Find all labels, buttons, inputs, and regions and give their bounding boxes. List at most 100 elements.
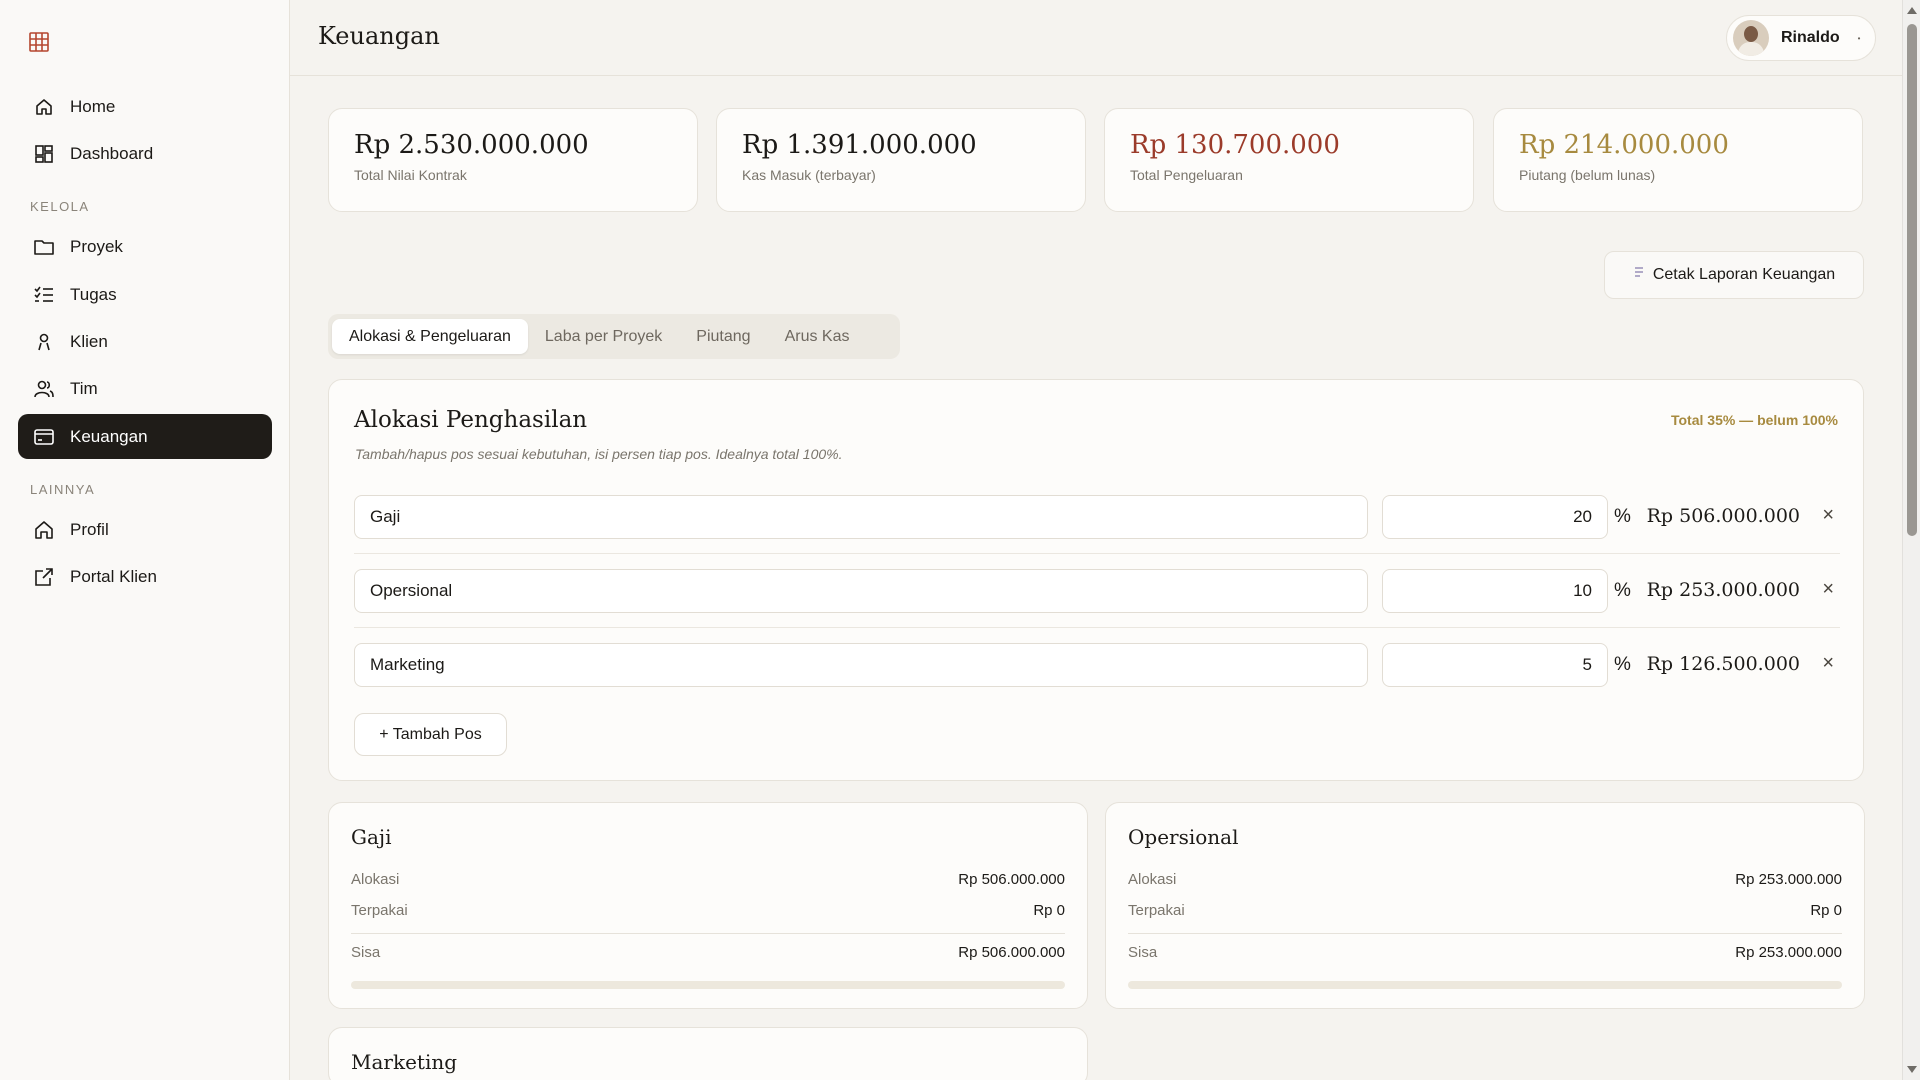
stat-label: Kas Masuk (terbayar) [742, 167, 876, 183]
stat-card-pengeluaran: Rp 130.700.000 Total Pengeluaran [1104, 108, 1474, 212]
stat-value: Rp 130.700.000 [1130, 130, 1340, 160]
allocation-percent-input[interactable] [1382, 495, 1608, 539]
alokasi-value: Rp 253.000.000 [1735, 871, 1842, 888]
allocation-percent-input[interactable] [1382, 569, 1608, 613]
print-report-label: Cetak Laporan Keuangan [1652, 266, 1836, 283]
allocation-percent-input[interactable] [1382, 643, 1608, 687]
sisa-value: Rp 253.000.000 [1735, 944, 1842, 961]
page-title: Keuangan [318, 22, 440, 50]
sidebar-item-label: Dashboard [70, 143, 154, 163]
tab-alokasi-pengeluaran[interactable]: Alokasi & Pengeluaran [332, 319, 528, 354]
stat-label: Piutang (belum lunas) [1519, 167, 1656, 183]
document-icon [1633, 266, 1645, 285]
stat-label: Total Nilai Kontrak [354, 167, 467, 183]
allocation-total-note: Total 35% — belum 100% [1670, 412, 1838, 428]
remove-row-button[interactable]: × [1822, 578, 1834, 601]
sidebar-item-label: Profil [70, 519, 109, 539]
category-sisa-row: Sisa Rp 506.000.000 [351, 944, 1065, 961]
divider [1128, 933, 1842, 934]
category-terpakai-row: Terpakai Rp 0 [1128, 902, 1842, 919]
user-menu[interactable]: Rinaldo • [1726, 15, 1876, 61]
tab-laba-per-proyek[interactable]: Laba per Proyek [528, 319, 679, 354]
finance-tabs: Alokasi & Pengeluaran Laba per Proyek Pi… [328, 314, 900, 359]
remove-row-button[interactable]: × [1822, 504, 1834, 527]
percent-sign: % [1614, 506, 1631, 527]
print-report-button[interactable]: Cetak Laporan Keuangan [1604, 251, 1864, 299]
team-icon [34, 379, 54, 399]
sidebar-item-klien[interactable]: Klien [18, 319, 272, 364]
usage-progress-bar [351, 981, 1065, 989]
scroll-up-arrow-icon[interactable] [1907, 7, 1917, 14]
sidebar-item-tugas[interactable]: Tugas [18, 272, 272, 317]
alokasi-label: Alokasi [351, 871, 400, 888]
sidebar-item-label: Portal Klien [70, 566, 157, 586]
checklist-icon [34, 285, 54, 305]
tab-arus-kas[interactable]: Arus Kas [768, 319, 867, 354]
sidebar-item-keuangan[interactable]: Keuangan [18, 414, 272, 459]
sidebar-item-tim[interactable]: Tim [18, 366, 272, 411]
sidebar-item-label: Tugas [70, 284, 117, 304]
sidebar-item-label: Home [70, 96, 116, 116]
user-name: Rinaldo [1781, 29, 1840, 46]
sidebar-item-dashboard[interactable]: Dashboard [18, 131, 272, 176]
alokasi-value: Rp 506.000.000 [958, 871, 1065, 888]
card-icon [34, 427, 54, 447]
category-card-marketing: Marketing [328, 1027, 1088, 1080]
terpakai-value: Rp 0 [1033, 902, 1065, 919]
sidebar-item-profil[interactable]: Profil [18, 507, 272, 552]
sidebar-item-portal-klien[interactable]: Portal Klien [18, 554, 272, 599]
sidebar: Home Dashboard KELOLA Proyek Tugas Klien… [0, 0, 290, 1080]
allocation-name-input[interactable] [354, 569, 1368, 613]
terpakai-label: Terpakai [351, 902, 408, 919]
scrollbar-thumb[interactable] [1907, 24, 1917, 536]
remove-row-button[interactable]: × [1822, 652, 1834, 675]
sisa-value: Rp 506.000.000 [958, 944, 1065, 961]
profile-home-icon [34, 520, 54, 540]
section-label-lainnya: LAINNYA [30, 482, 96, 497]
allocation-amount: Rp 253.000.000 [1646, 579, 1800, 601]
section-label-kelola: KELOLA [30, 199, 90, 214]
allocation-row: % Rp 253.000.000 × [354, 554, 1840, 628]
external-link-icon [34, 567, 54, 587]
allocation-panel: Alokasi Penghasilan Tambah/hapus pos ses… [328, 379, 1864, 781]
stat-card-kas-masuk: Rp 1.391.000.000 Kas Masuk (terbayar) [716, 108, 1086, 212]
allocation-title: Alokasi Penghasilan [354, 407, 588, 433]
category-card-opersional: Opersional Alokasi Rp 253.000.000 Terpak… [1105, 802, 1865, 1009]
person-icon [34, 332, 54, 352]
dashboard-icon [34, 144, 54, 164]
sidebar-item-label: Klien [70, 331, 108, 351]
stat-card-total-kontrak: Rp 2.530.000.000 Total Nilai Kontrak [328, 108, 698, 212]
percent-sign: % [1614, 580, 1631, 601]
sidebar-item-proyek[interactable]: Proyek [18, 224, 272, 269]
terpakai-value: Rp 0 [1810, 902, 1842, 919]
sidebar-item-label: Keuangan [70, 426, 148, 446]
category-title: Opersional [1128, 825, 1239, 849]
allocation-name-input[interactable] [354, 495, 1368, 539]
percent-sign: % [1614, 654, 1631, 675]
allocation-name-input[interactable] [354, 643, 1368, 687]
stat-card-piutang: Rp 214.000.000 Piutang (belum lunas) [1493, 108, 1863, 212]
category-title: Marketing [351, 1050, 458, 1074]
sidebar-item-home[interactable]: Home [18, 84, 272, 129]
page-scrollbar[interactable] [1902, 0, 1920, 1080]
stat-value: Rp 214.000.000 [1519, 130, 1729, 160]
allocation-row: % Rp 506.000.000 × [354, 480, 1840, 554]
allocation-row: % Rp 126.500.000 × [354, 628, 1840, 702]
category-card-gaji: Gaji Alokasi Rp 506.000.000 Terpakai Rp … [328, 802, 1088, 1009]
category-terpakai-row: Terpakai Rp 0 [351, 902, 1065, 919]
scroll-down-arrow-icon[interactable] [1907, 1066, 1917, 1073]
folder-icon [34, 237, 54, 257]
sisa-label: Sisa [1128, 944, 1158, 961]
tab-piutang[interactable]: Piutang [679, 319, 767, 354]
category-title: Gaji [351, 825, 392, 849]
add-allocation-button[interactable]: + Tambah Pos [354, 713, 507, 756]
sidebar-item-label: Proyek [70, 236, 123, 256]
logo-grid-icon[interactable] [29, 32, 49, 52]
divider [351, 933, 1065, 934]
category-alokasi-row: Alokasi Rp 506.000.000 [351, 871, 1065, 888]
avatar [1733, 20, 1769, 56]
allocation-subtitle: Tambah/hapus pos sesuai kebutuhan, isi p… [355, 446, 843, 462]
stat-value: Rp 1.391.000.000 [742, 130, 977, 160]
sidebar-item-label: Tim [70, 378, 98, 398]
stat-label: Total Pengeluaran [1130, 167, 1243, 183]
